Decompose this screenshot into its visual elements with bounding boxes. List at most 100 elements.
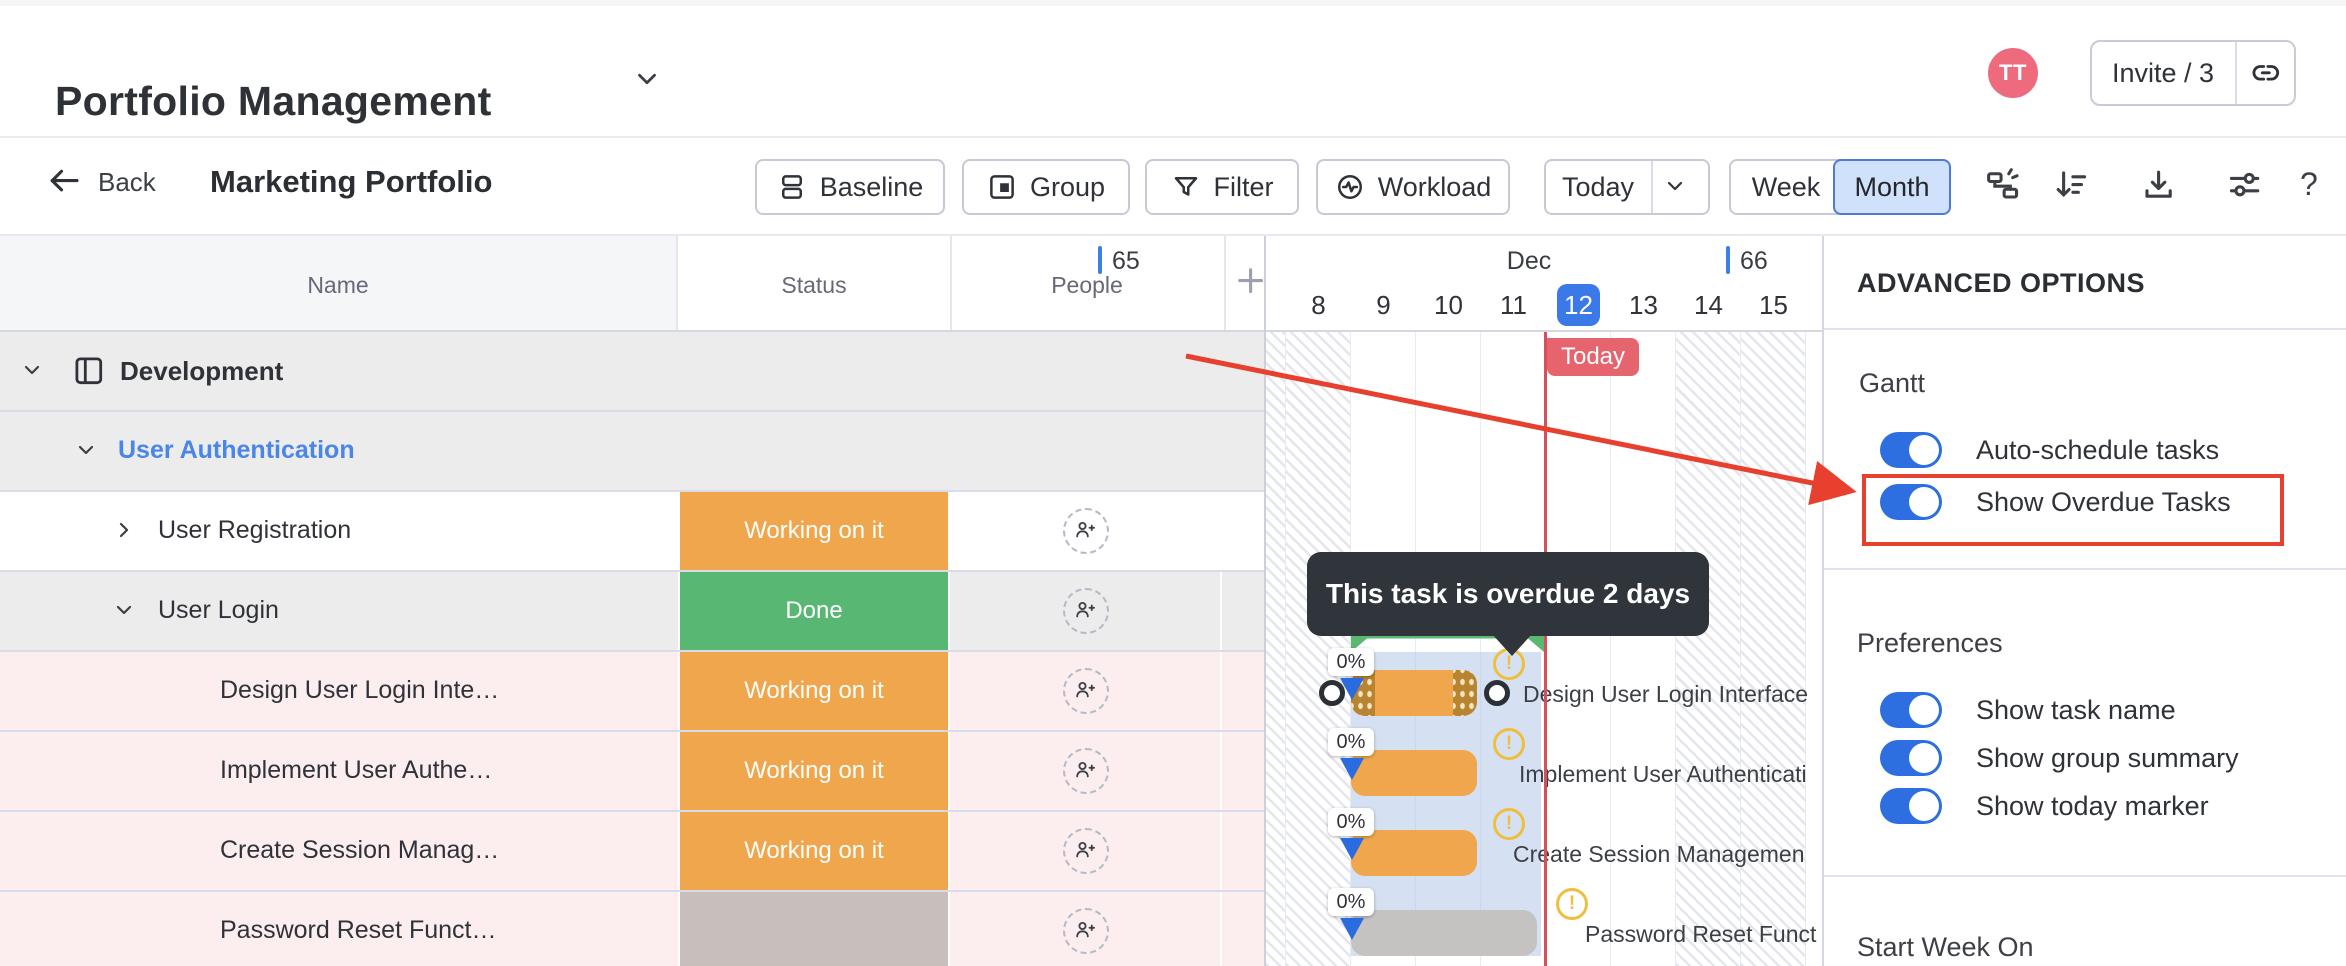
divider	[1824, 328, 2346, 330]
progress-chip: 0%	[1328, 808, 1374, 836]
row-name[interactable]: User Authentication	[118, 436, 355, 465]
status-cell[interactable]: Working on it	[678, 652, 950, 730]
toggle-show-today-marker[interactable]	[1880, 788, 1942, 824]
warning-icon[interactable]: !	[1493, 808, 1525, 840]
panel-title: ADVANCED OPTIONS	[1857, 268, 2145, 299]
week-number-right: 66	[1740, 247, 1768, 276]
name-column-header[interactable]: Name	[0, 272, 676, 299]
board-title: Marketing Portfolio	[210, 164, 492, 200]
table-row[interactable]: Development	[0, 332, 1264, 412]
add-column-icon[interactable]	[1232, 262, 1268, 298]
toggle-show-group-summary[interactable]	[1880, 740, 1942, 776]
table-row[interactable]: User Authentication	[0, 412, 1264, 492]
workload-label: Workload	[1378, 172, 1492, 203]
today-marker: Today	[1547, 338, 1639, 376]
people-cell[interactable]	[952, 732, 1222, 810]
warning-icon[interactable]: !	[1493, 648, 1525, 680]
people-column-header[interactable]: People	[952, 272, 1222, 299]
download-icon[interactable]	[2140, 166, 2178, 204]
add-assignee-icon[interactable]	[1063, 908, 1109, 954]
dependency-connector[interactable]	[1319, 680, 1345, 706]
status-cell[interactable]	[678, 892, 950, 966]
row-name[interactable]: Password Reset Funct…	[220, 916, 497, 945]
chevron-down-icon[interactable]	[632, 64, 662, 94]
table-row[interactable]: Password Reset Funct…	[0, 892, 1264, 966]
day-label: 8	[1297, 284, 1340, 326]
help-button[interactable]: ?	[2300, 166, 2318, 203]
progress-chip: 0%	[1328, 728, 1374, 756]
gantt-chart[interactable]: Today 0% ! Design User Login Interface 0…	[1266, 332, 1822, 966]
row-name[interactable]: User Registration	[158, 516, 351, 545]
people-cell[interactable]	[952, 492, 1222, 570]
task-bar-design[interactable]	[1351, 670, 1477, 716]
chevron-down-icon[interactable]	[1663, 174, 1689, 200]
row-name[interactable]: Design User Login Inte…	[220, 676, 499, 705]
chevron-down-icon[interactable]	[74, 438, 100, 464]
today-button[interactable]: Today	[1546, 161, 1650, 213]
status-cell[interactable]: Working on it	[678, 492, 950, 570]
row-name[interactable]: Development	[120, 356, 283, 387]
people-cell[interactable]	[952, 892, 1222, 966]
week-tick	[1726, 246, 1730, 274]
task-label: Implement User Authenticati	[1519, 760, 1807, 788]
filter-button[interactable]: Filter	[1145, 159, 1299, 215]
row-name[interactable]: Create Session Manag…	[220, 836, 499, 865]
task-label: Design User Login Interface	[1523, 680, 1808, 708]
chevron-right-icon[interactable]	[112, 518, 138, 544]
status-cell[interactable]: Working on it	[678, 732, 950, 810]
table-row[interactable]: Design User Login Inte… Working on it	[0, 652, 1264, 732]
invite-button[interactable]: Invite / 3	[2092, 42, 2234, 104]
add-assignee-icon[interactable]	[1063, 668, 1109, 714]
day-column	[1806, 332, 1822, 966]
chevron-down-icon[interactable]	[20, 358, 46, 384]
table-row[interactable]: User Registration Working on it	[0, 492, 1264, 572]
month-tab-selected[interactable]: Month	[1833, 159, 1951, 215]
task-bar-implement[interactable]	[1351, 750, 1477, 796]
toggle-auto-schedule[interactable]	[1880, 432, 1942, 468]
status-cell[interactable]: Done	[678, 572, 950, 650]
dependency-connector[interactable]	[1484, 680, 1510, 706]
table-row[interactable]: User Login Done	[0, 572, 1264, 652]
people-cell[interactable]	[952, 652, 1222, 730]
back-button[interactable]: Back	[98, 167, 156, 198]
toggle-show-task-name[interactable]	[1880, 692, 1942, 728]
page-title[interactable]: Portfolio Management	[55, 78, 492, 125]
add-assignee-icon[interactable]	[1063, 828, 1109, 874]
sort-icon[interactable]	[2052, 166, 2090, 204]
settings-sliders-icon[interactable]	[2226, 166, 2264, 204]
day-column	[1546, 332, 1611, 966]
status-cell[interactable]: Working on it	[678, 812, 950, 890]
row-name[interactable]: Implement User Authe…	[220, 756, 492, 785]
copy-link-button[interactable]	[2237, 42, 2294, 104]
people-cell[interactable]	[952, 812, 1222, 890]
back-arrow-icon[interactable]	[46, 162, 84, 200]
app-root: Portfolio Management TT Invite / 3 Back …	[0, 0, 2346, 966]
table-row[interactable]: Implement User Authe… Working on it	[0, 732, 1264, 812]
status-column-header[interactable]: Status	[678, 272, 950, 299]
chevron-down-icon[interactable]	[112, 598, 138, 624]
warning-icon[interactable]: !	[1556, 888, 1588, 920]
warning-icon[interactable]: !	[1493, 728, 1525, 760]
zoom-toggle: Week Month	[1729, 159, 1949, 215]
day-label-today: 12	[1557, 284, 1600, 326]
baseline-button[interactable]: Baseline	[755, 159, 945, 215]
task-bar-create-session[interactable]	[1351, 830, 1477, 876]
add-assignee-icon[interactable]	[1063, 748, 1109, 794]
week-tab[interactable]: Week	[1731, 161, 1841, 213]
filter-label: Filter	[1214, 172, 1274, 203]
group-button[interactable]: Group	[962, 159, 1130, 215]
table-row[interactable]: Create Session Manag… Working on it	[0, 812, 1264, 892]
critical-path-icon[interactable]	[1984, 166, 2022, 204]
task-bar-password-reset[interactable]	[1351, 910, 1537, 956]
start-week-on-label: Start Week On	[1857, 932, 2034, 963]
workload-button[interactable]: Workload	[1316, 159, 1510, 215]
add-assignee-icon[interactable]	[1063, 588, 1109, 634]
row-name[interactable]: User Login	[158, 596, 279, 625]
drag-handle[interactable]	[1453, 670, 1477, 716]
add-assignee-icon[interactable]	[1063, 508, 1109, 554]
day-label: 15	[1752, 284, 1795, 326]
avatar[interactable]: TT	[1988, 48, 2038, 98]
people-cell[interactable]	[952, 572, 1222, 650]
task-label: Password Reset Funct	[1585, 920, 1816, 948]
group-label: Group	[1030, 172, 1105, 203]
